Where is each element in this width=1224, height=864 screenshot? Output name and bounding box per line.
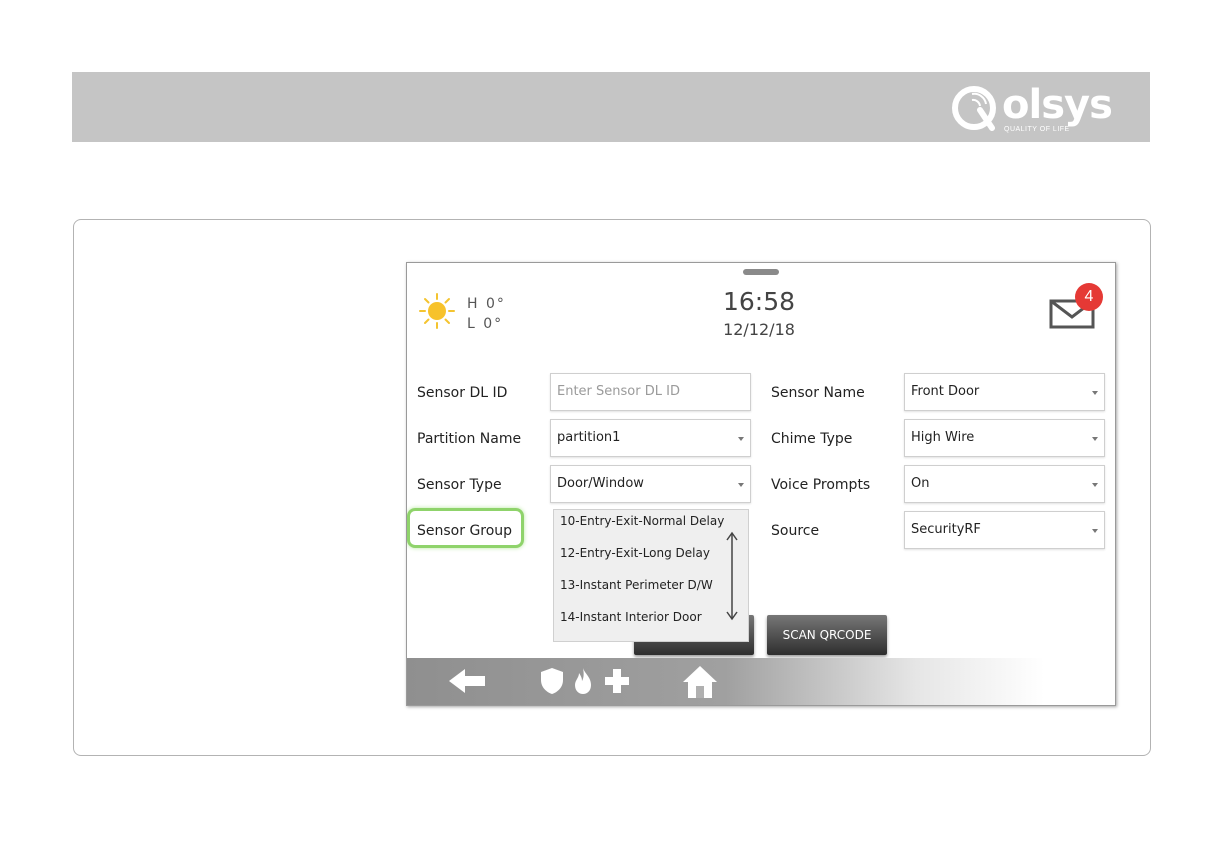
chime-type-label: Chime Type [771, 431, 853, 447]
low-temperature: L 0° [467, 316, 504, 332]
back-arrow-icon[interactable] [447, 667, 487, 695]
logo-mark-icon [952, 86, 996, 131]
voice-prompts-label: Voice Prompts [771, 477, 871, 493]
sensor-group-dropdown[interactable]: 10-Entry-Exit-Normal Delay 12-Entry-Exit… [553, 509, 749, 642]
plus-icon[interactable] [603, 667, 631, 695]
partition-name-label: Partition Name [417, 431, 522, 447]
sensor-name-value: Front Door [911, 384, 980, 399]
chevron-down-icon [1092, 437, 1098, 441]
logo-wordmark: olsys [1002, 82, 1113, 128]
chevron-down-icon [738, 483, 744, 487]
clock-time: 16:58 [722, 287, 796, 316]
dropdown-option[interactable]: 10-Entry-Exit-Normal Delay [560, 514, 724, 528]
voice-prompts-value: On [911, 476, 930, 491]
source-label: Source [771, 523, 820, 539]
source-value: SecurityRF [911, 522, 981, 537]
pull-down-handle[interactable] [743, 269, 779, 275]
sensor-type-select[interactable]: Door/Window [550, 465, 751, 503]
qolsys-logo: olsys QUALITY OF LIFE [950, 80, 1130, 136]
flame-icon[interactable] [571, 666, 595, 696]
sensor-name-select[interactable]: Front Door [904, 373, 1105, 411]
sensor-type-label: Sensor Type [417, 477, 502, 493]
dropdown-option[interactable]: 14-Instant Interior Door [560, 610, 702, 624]
panel-screen: H 0° L 0° 16:58 12/12/18 4 Sensor DL ID … [406, 262, 1116, 706]
chevron-down-icon [738, 437, 744, 441]
sun-icon[interactable] [419, 293, 455, 329]
sensor-dl-id-label: Sensor DL ID [417, 385, 508, 401]
sensor-dl-id-input[interactable]: Enter Sensor DL ID [550, 373, 751, 411]
double-arrow-icon [726, 531, 738, 621]
bottom-nav-bar [407, 658, 1115, 705]
home-icon[interactable] [681, 664, 719, 700]
clock-date: 12/12/18 [723, 320, 795, 339]
chevron-down-icon [1092, 483, 1098, 487]
sensor-group-label: Sensor Group [417, 523, 513, 539]
source-select[interactable]: SecurityRF [904, 511, 1105, 549]
message-count-badge: 4 [1075, 283, 1103, 311]
dropdown-option[interactable]: 12-Entry-Exit-Long Delay [560, 546, 710, 560]
chime-type-value: High Wire [911, 430, 975, 445]
shield-icon[interactable] [539, 666, 565, 696]
logo-tagline: QUALITY OF LIFE [1004, 126, 1070, 133]
high-temperature: H 0° [467, 296, 506, 312]
dropdown-option[interactable]: 13-Instant Perimeter D/W [560, 578, 713, 592]
header-bar: olsys QUALITY OF LIFE [72, 72, 1150, 142]
scan-qrcode-button[interactable]: SCAN QRCODE [767, 615, 887, 655]
sensor-name-label: Sensor Name [771, 385, 865, 401]
chevron-down-icon [1092, 529, 1098, 533]
partition-name-select[interactable]: partition1 [550, 419, 751, 457]
partition-name-value: partition1 [557, 430, 621, 445]
voice-prompts-select[interactable]: On [904, 465, 1105, 503]
sensor-type-value: Door/Window [557, 476, 644, 491]
chime-type-select[interactable]: High Wire [904, 419, 1105, 457]
chevron-down-icon [1092, 391, 1098, 395]
